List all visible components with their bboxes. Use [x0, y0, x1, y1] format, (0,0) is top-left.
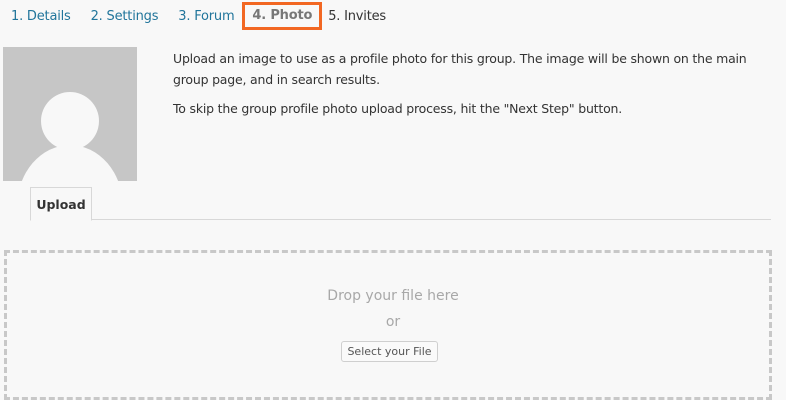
step-settings[interactable]: 2. Settings	[80, 9, 168, 24]
photo-instructions: Upload an image to use as a profile phot…	[173, 48, 773, 127]
step-details[interactable]: 1. Details	[0, 9, 80, 24]
step-invites: 5. Invites	[328, 8, 386, 24]
select-file-button[interactable]: Select your File	[341, 341, 438, 362]
group-avatar-placeholder	[3, 47, 137, 181]
drop-zone-title: Drop your file here	[327, 288, 459, 304]
tab-upload[interactable]: Upload	[30, 187, 92, 221]
default-avatar-icon	[3, 47, 137, 181]
group-creation-steps: 1. Details 2. Settings 3. Forum 4. Photo…	[0, 0, 395, 32]
instruction-paragraph-upload: Upload an image to use as a profile phot…	[173, 51, 747, 87]
step-photo-current[interactable]: 4. Photo	[242, 2, 323, 30]
step-forum[interactable]: 3. Forum	[167, 9, 243, 24]
drop-zone-or: or	[385, 314, 401, 330]
instruction-paragraph-skip: To skip the group profile photo upload p…	[173, 101, 623, 116]
tabs-divider	[30, 219, 771, 220]
